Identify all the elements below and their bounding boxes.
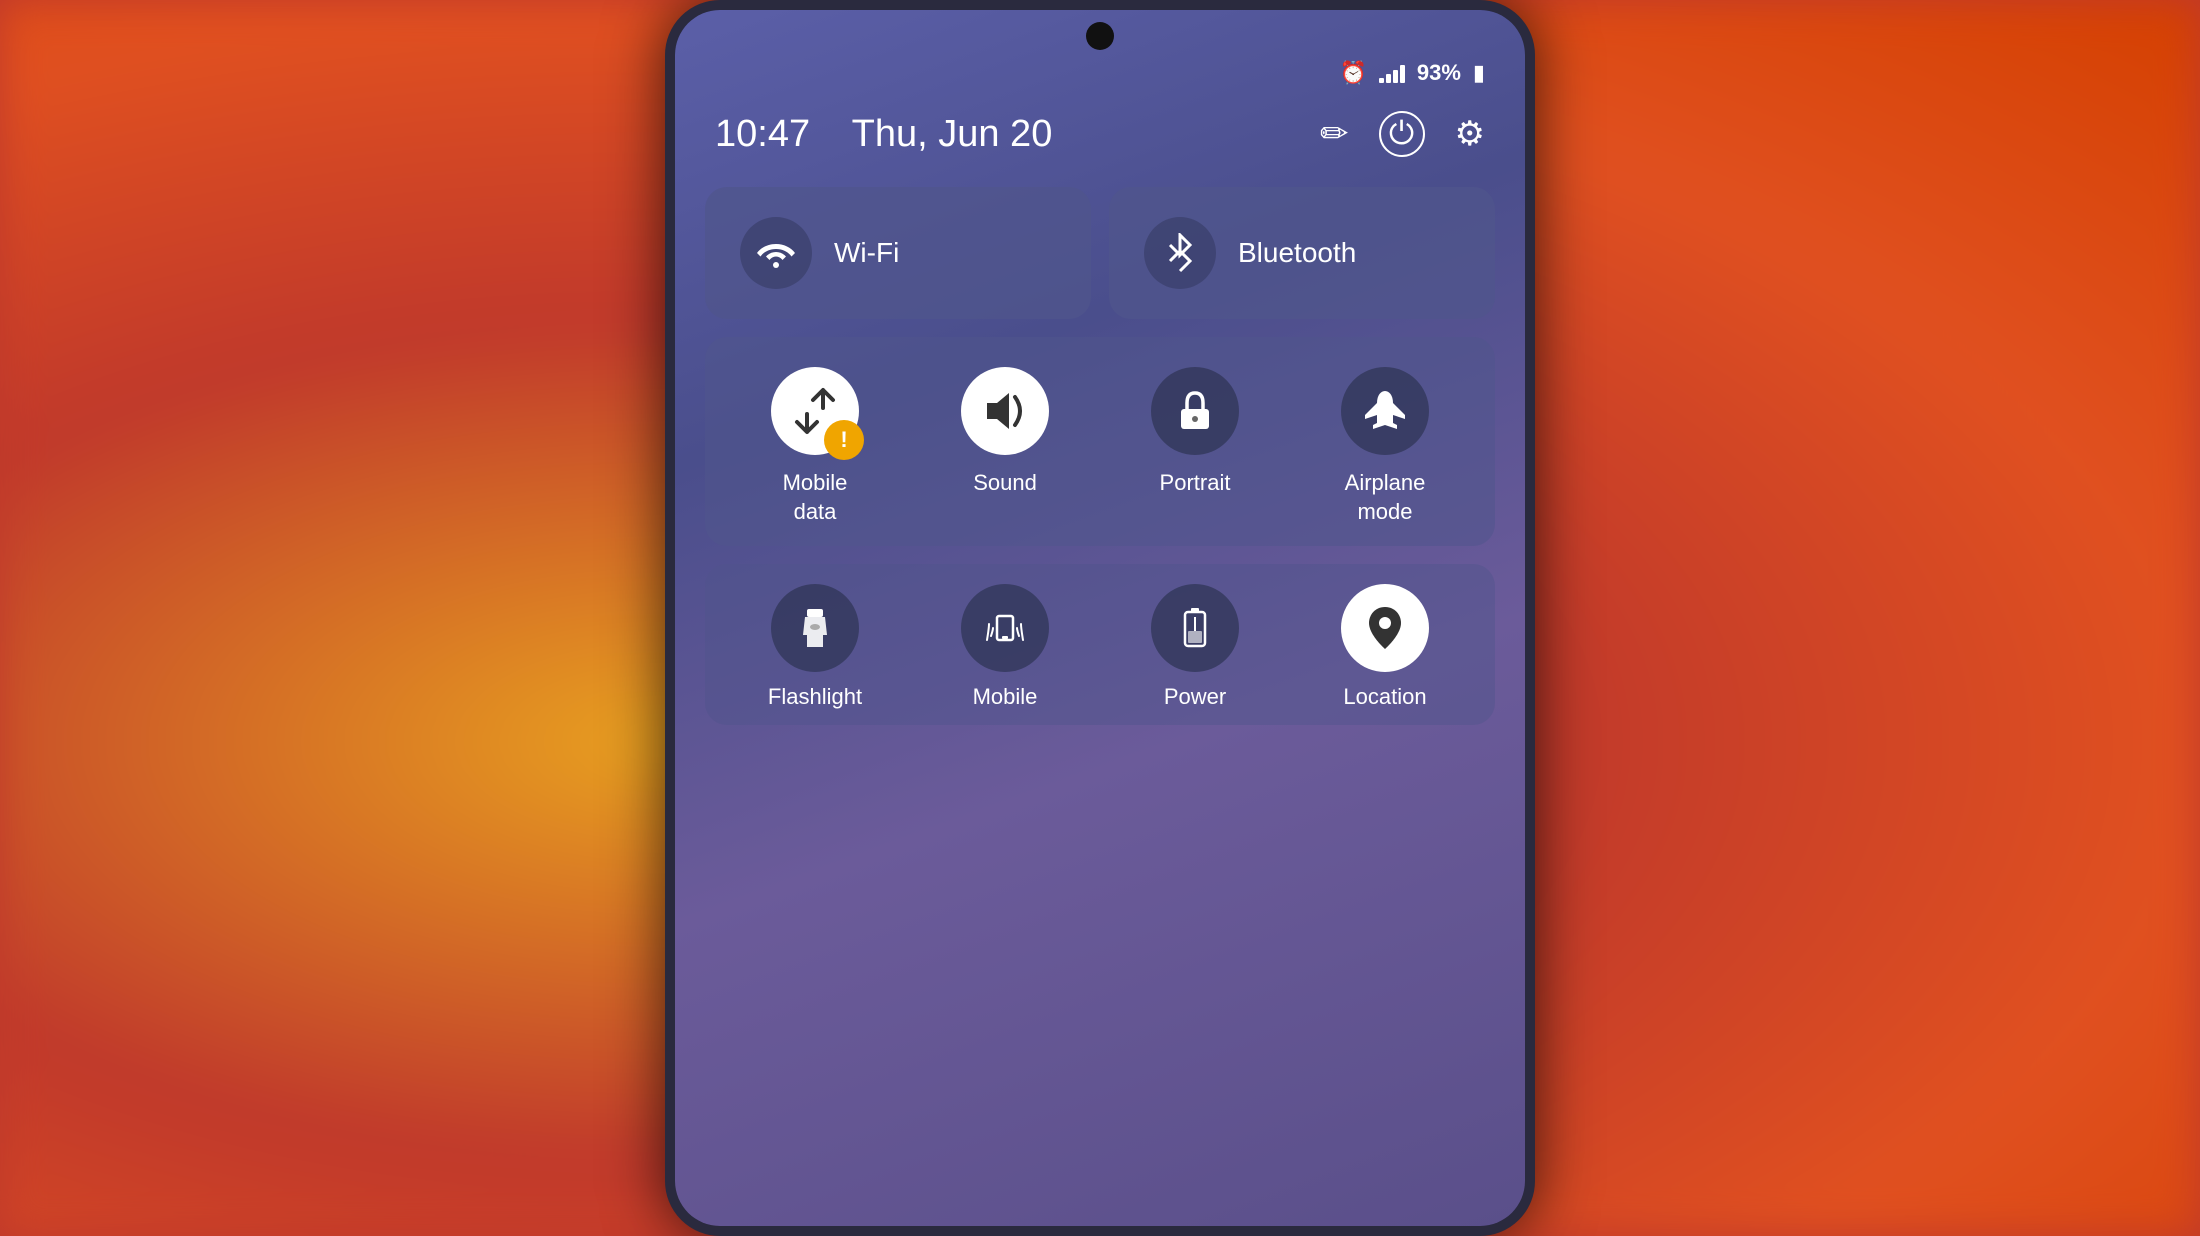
wifi-icon xyxy=(757,238,795,268)
settings-icon[interactable]: ⚙ xyxy=(1455,114,1485,154)
mobile-hotspot-item[interactable]: Mobile xyxy=(915,584,1095,710)
status-bar: ⏰ 93% ▮ xyxy=(675,55,1525,96)
location-icon xyxy=(1365,605,1405,651)
bottom-row-panel: Flashlight xyxy=(705,564,1495,725)
sound-icon xyxy=(981,389,1029,433)
top-row: Wi-Fi Bluetooth xyxy=(705,187,1495,319)
bottom-inner: Flashlight xyxy=(725,584,1475,710)
power-saving-label: Power xyxy=(1164,684,1226,710)
alarm-icon: ⏰ xyxy=(1339,60,1366,86)
phone-frame: ⏰ 93% ▮ 10:47 Thu, Jun 20 ✏ xyxy=(665,0,1535,1236)
phone-screen: ⏰ 93% ▮ 10:47 Thu, Jun 20 ✏ xyxy=(675,10,1525,1226)
flashlight-item[interactable]: Flashlight xyxy=(725,584,905,710)
camera-notch xyxy=(1086,22,1114,50)
grid-panel: ! Mobiledata So xyxy=(705,337,1495,546)
flashlight-icon-circle xyxy=(771,584,859,672)
mobile-data-icon: ! xyxy=(771,367,859,455)
wifi-icon-circle xyxy=(740,217,812,289)
top-bar: 10:47 Thu, Jun 20 ✏ ⏻ ⚙ xyxy=(675,96,1525,177)
mobile-data-item[interactable]: ! Mobiledata xyxy=(725,367,905,526)
wifi-label: Wi-Fi xyxy=(834,237,899,269)
date-display: Thu, Jun 20 xyxy=(852,113,1053,155)
side-button xyxy=(1525,350,1535,430)
grid-row: ! Mobiledata So xyxy=(705,337,1495,546)
flashlight-label: Flashlight xyxy=(768,684,862,710)
bluetooth-icon-circle xyxy=(1144,217,1216,289)
bluetooth-label: Bluetooth xyxy=(1238,237,1356,269)
bluetooth-tile[interactable]: Bluetooth xyxy=(1109,187,1495,319)
time-display: 10:47 xyxy=(715,113,810,155)
location-label: Location xyxy=(1343,684,1426,710)
wifi-tile[interactable]: Wi-Fi xyxy=(705,187,1091,319)
portrait-icon-circle xyxy=(1151,367,1239,455)
grid-inner: ! Mobiledata So xyxy=(725,367,1475,526)
power-saving-item[interactable]: Power xyxy=(1105,584,1285,710)
flashlight-icon xyxy=(797,605,833,651)
location-item[interactable]: Location xyxy=(1295,584,1475,710)
airplane-item[interactable]: Airplanemode xyxy=(1295,367,1475,526)
airplane-label: Airplanemode xyxy=(1345,469,1426,526)
date-time: 10:47 Thu, Jun 20 xyxy=(715,113,1052,156)
signal-icon xyxy=(1379,63,1405,83)
camera-area xyxy=(675,10,1525,55)
action-icons: ✏ ⏻ ⚙ xyxy=(1320,111,1485,157)
power-icon[interactable]: ⏻ xyxy=(1379,111,1425,157)
quick-settings: Wi-Fi Bluetooth xyxy=(675,177,1525,1226)
battery-level: 93% xyxy=(1417,60,1461,86)
portrait-label: Portrait xyxy=(1160,469,1231,498)
mobile-hotspot-icon-circle xyxy=(961,584,1049,672)
status-right: ⏰ 93% ▮ xyxy=(1339,60,1485,86)
power-saving-icon xyxy=(1181,606,1209,650)
sound-label: Sound xyxy=(973,469,1037,498)
sound-item[interactable]: Sound xyxy=(915,367,1095,526)
edit-icon[interactable]: ✏ xyxy=(1320,114,1349,154)
airplane-icon-circle xyxy=(1341,367,1429,455)
battery-icon: ▮ xyxy=(1473,60,1485,86)
bluetooth-icon xyxy=(1166,233,1194,273)
sound-icon-circle xyxy=(961,367,1049,455)
location-icon-circle xyxy=(1341,584,1429,672)
power-saving-icon-circle xyxy=(1151,584,1239,672)
warning-badge: ! xyxy=(824,420,864,460)
airplane-icon xyxy=(1361,387,1409,435)
mobile-hotspot-icon xyxy=(985,608,1025,648)
portrait-item[interactable]: Portrait xyxy=(1105,367,1285,526)
mobile-data-label: Mobiledata xyxy=(783,469,848,526)
mobile-hotspot-label: Mobile xyxy=(973,684,1038,710)
portrait-lock-icon xyxy=(1177,389,1213,433)
